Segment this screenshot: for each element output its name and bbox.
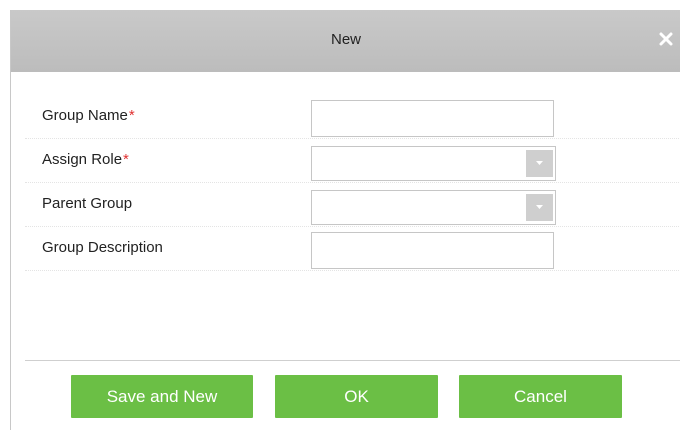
parent-group-label: Parent Group [42,195,133,212]
new-group-dialog: New Group Name* Assign Role* Parent Grou… [10,10,680,430]
chevron-down-icon[interactable] [526,194,553,221]
assign-role-label: Assign Role* [42,151,129,168]
group-description-label: Group Description [42,239,163,256]
group-name-label: Group Name* [42,107,135,124]
close-icon[interactable] [657,28,675,50]
cancel-button[interactable]: Cancel [459,375,622,418]
footer-divider [25,360,680,361]
ok-button[interactable]: OK [275,375,438,418]
group-name-input[interactable] [311,100,554,137]
dialog-titlebar: New [11,10,680,72]
chevron-down-icon[interactable] [526,150,553,177]
parent-group-select[interactable] [311,190,556,225]
required-mark: * [128,107,135,124]
group-name-row: Group Name* [25,94,680,139]
save-and-new-button[interactable]: Save and New [71,375,253,418]
parent-group-row: Parent Group [25,182,680,227]
assign-role-select[interactable] [311,146,556,181]
dialog-title: New [330,31,361,48]
group-description-input[interactable] [311,232,554,269]
group-description-row: Group Description [25,226,680,271]
assign-role-row: Assign Role* [25,138,680,183]
required-mark: * [123,151,129,168]
